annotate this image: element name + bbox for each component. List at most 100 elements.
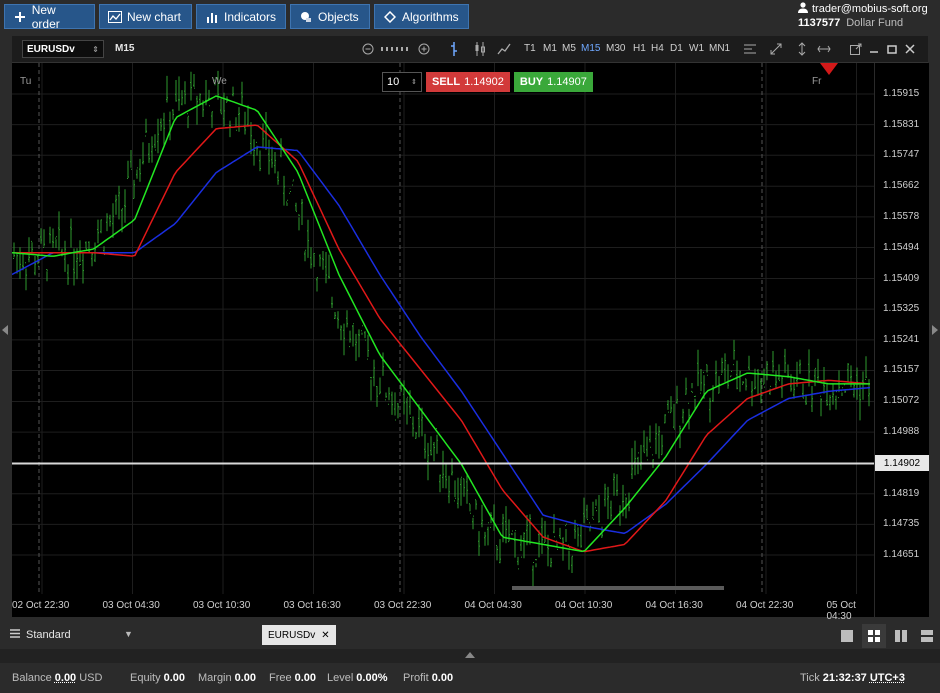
ohlc-bar <box>157 118 159 154</box>
time-axis[interactable]: 02 Oct 22:30 03 Oct 04:30 03 Oct 10:30 03 O… <box>12 594 874 622</box>
vertical-scale-icon[interactable] <box>794 41 810 57</box>
ohlc-bar <box>379 377 381 395</box>
ohlc-bar <box>778 364 780 382</box>
ohlc-bar <box>322 251 324 270</box>
ohlc-bar <box>577 525 579 547</box>
ohlc-bar <box>118 185 120 220</box>
ohlc-bar <box>262 123 264 149</box>
new-chart-button[interactable]: New chart <box>99 4 192 29</box>
close-icon[interactable] <box>902 41 918 57</box>
layout-single-icon[interactable] <box>838 627 856 645</box>
minimize-icon[interactable] <box>866 41 882 57</box>
line-chart-icon[interactable] <box>496 41 512 57</box>
zoom-in-icon[interactable] <box>416 41 432 57</box>
algorithms-button[interactable]: Algorithms <box>374 4 469 29</box>
ohlc-bar <box>448 475 450 504</box>
timeframe-h1[interactable]: H1 <box>633 43 646 54</box>
new-order-button[interactable]: New order <box>4 3 95 31</box>
ohlc-bar <box>373 359 375 387</box>
ohlc-bar <box>301 199 303 225</box>
layout-rows-icon[interactable] <box>918 627 936 645</box>
ohlc-bar <box>346 310 348 328</box>
fit-chart-icon[interactable] <box>742 41 758 57</box>
ohlc-bar <box>844 384 846 393</box>
ohlc-bar <box>688 402 690 430</box>
timeframe-mn1[interactable]: MN1 <box>709 43 730 54</box>
timeframe-m1[interactable]: M1 <box>543 43 557 54</box>
chart-end-marker[interactable] <box>820 63 838 75</box>
timeframe-d1[interactable]: D1 <box>670 43 683 54</box>
ohlc-bar <box>112 203 114 238</box>
detach-icon[interactable] <box>848 41 864 57</box>
ohlc-bar <box>679 425 681 449</box>
objects-button[interactable]: Objects <box>290 4 370 29</box>
chart-tab[interactable]: EURUSDv ✕ <box>262 625 336 645</box>
ohlc-bar <box>670 396 672 414</box>
ohlc-bar <box>565 523 567 542</box>
timeframe-h4[interactable]: H4 <box>651 43 664 54</box>
zoom-slider[interactable] <box>380 41 410 57</box>
zoom-out-icon[interactable] <box>360 41 376 57</box>
candles-chart-icon[interactable] <box>472 41 488 57</box>
layout-columns-icon[interactable] <box>892 627 910 645</box>
ohlc-bar <box>181 90 183 106</box>
ohlc-bar <box>352 323 354 347</box>
maximize-icon[interactable] <box>884 41 900 57</box>
ohlc-bar <box>367 334 369 360</box>
diamond-icon <box>383 10 397 24</box>
indicators-button[interactable]: Indicators <box>196 4 286 29</box>
symbol-selector[interactable]: EURUSDv ⇕ <box>22 40 104 58</box>
price-chart[interactable] <box>12 63 874 617</box>
workspace-selector[interactable]: Standard <box>10 629 71 641</box>
horizontal-scale-icon[interactable] <box>816 41 832 57</box>
ohlc-bar <box>649 425 651 448</box>
ohlc-bar <box>793 376 795 399</box>
price-axis[interactable]: 1.14902 1.15915 1.15831 1.15747 1.15662 1.15… <box>874 63 929 617</box>
account-panel[interactable]: trader@mobius-soft.org 1137577 Dollar Fu… <box>792 0 940 33</box>
ohlc-bar <box>721 357 723 375</box>
ohlc-bar <box>268 139 270 175</box>
timezone-value[interactable]: UTC+3 <box>870 672 905 684</box>
bars-chart-icon[interactable] <box>446 41 462 57</box>
ohlc-bar <box>616 474 618 496</box>
right-collapse-icon[interactable] <box>932 322 938 340</box>
time-tick-label: 04 Oct 16:30 <box>645 600 703 611</box>
ohlc-bar <box>430 436 432 456</box>
expand-icon[interactable] <box>768 41 784 57</box>
layout-grid-button[interactable] <box>862 624 886 648</box>
lots-stepper[interactable]: 10 ⇕ <box>382 72 422 92</box>
tab-close-icon[interactable]: ✕ <box>321 630 329 641</box>
bar-chart-icon <box>205 10 219 24</box>
chevron-up-icon[interactable] <box>465 652 475 658</box>
margin-value: 0.00 <box>234 672 257 684</box>
horizontal-scrollbar[interactable] <box>512 586 724 590</box>
ohlc-bar <box>439 474 441 493</box>
ohlc-bar <box>772 351 774 373</box>
sell-button[interactable]: SELL 1.14902 <box>426 72 510 92</box>
ohlc-bar <box>697 349 699 387</box>
buy-button[interactable]: BUY 1.14907 <box>513 72 593 92</box>
timeframe-t1[interactable]: T1 <box>524 43 536 54</box>
ohlc-bar <box>652 454 654 468</box>
timeframe-m15[interactable]: M15 <box>581 43 600 54</box>
panel-splitter[interactable] <box>0 649 940 663</box>
ohlc-bar <box>613 473 615 496</box>
free-label: Free <box>269 672 292 684</box>
ohlc-bar <box>481 504 483 528</box>
timeframe-w1[interactable]: W1 <box>689 43 704 54</box>
ohlc-bar <box>355 333 357 361</box>
chevron-down-icon[interactable]: ▼ <box>124 629 133 639</box>
left-collapse-icon[interactable] <box>2 322 8 340</box>
ohlc-bar <box>370 377 372 401</box>
timeframe-m5[interactable]: M5 <box>562 43 576 54</box>
ohlc-bar <box>211 111 213 128</box>
equity-value: 0.00 <box>163 672 185 684</box>
timeframe-m30[interactable]: M30 <box>606 43 625 54</box>
ohlc-bar <box>685 377 687 395</box>
ohlc-bar <box>442 450 444 489</box>
ohlc-bar <box>517 556 519 570</box>
ohlc-bar <box>244 111 246 135</box>
ohlc-bar <box>598 495 600 523</box>
user-icon <box>798 2 808 16</box>
price-tick-label: 1.15157 <box>883 364 920 376</box>
